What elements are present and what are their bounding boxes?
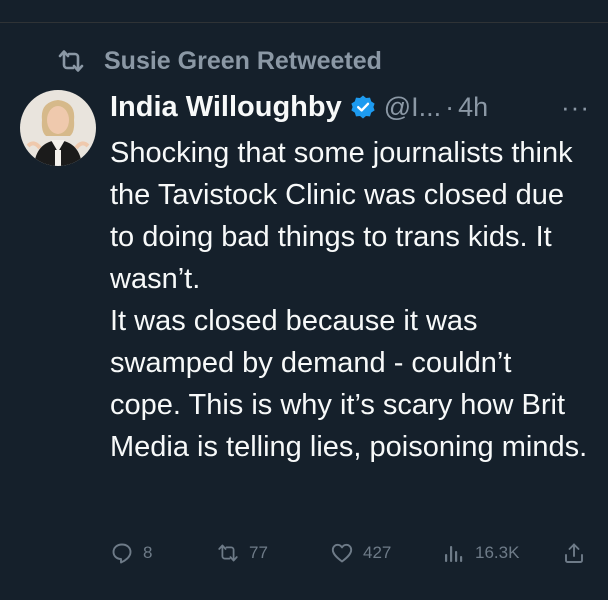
views-chart-icon	[442, 541, 466, 565]
tweet-timestamp[interactable]: 4h	[458, 92, 488, 123]
share-button[interactable]	[562, 538, 586, 568]
verified-badge-icon	[342, 94, 376, 120]
tweet-paragraph: Shocking that some journalists think the…	[110, 137, 573, 295]
views-count: 16.3K	[475, 543, 520, 562]
tweet-body: Shocking that some journalists think the…	[110, 132, 590, 468]
reply-count: 8	[143, 543, 153, 562]
like-count: 427	[363, 543, 392, 562]
retweet-icon	[56, 48, 86, 74]
retweet-context[interactable]: Susie Green Retweeted	[56, 44, 382, 78]
author-handle[interactable]: @I...	[384, 92, 441, 123]
separator-dot: ·	[445, 91, 455, 122]
views-button[interactable]: 16.3K	[442, 538, 519, 568]
avatar[interactable]	[20, 90, 96, 166]
like-button[interactable]: 427	[330, 538, 391, 568]
tweet-actions: 8 77 427 16.3K	[110, 538, 590, 568]
tweet-header: India Willoughby @I... · 4h ···	[110, 86, 590, 128]
tweet-paragraph: It was closed because it was swamped by …	[110, 305, 588, 463]
heart-icon	[330, 541, 354, 565]
author-name[interactable]: India Willoughby	[110, 91, 342, 124]
reply-icon	[110, 541, 134, 565]
retweet-count: 77	[249, 543, 268, 562]
retweeted-by-label: Susie Green Retweeted	[104, 46, 382, 75]
reply-button[interactable]: 8	[110, 538, 152, 568]
retweet-button[interactable]: 77	[216, 538, 268, 568]
more-options-icon[interactable]: ···	[561, 92, 590, 123]
retweet-action-icon	[216, 541, 240, 565]
share-icon	[562, 541, 586, 565]
top-divider	[0, 22, 608, 23]
